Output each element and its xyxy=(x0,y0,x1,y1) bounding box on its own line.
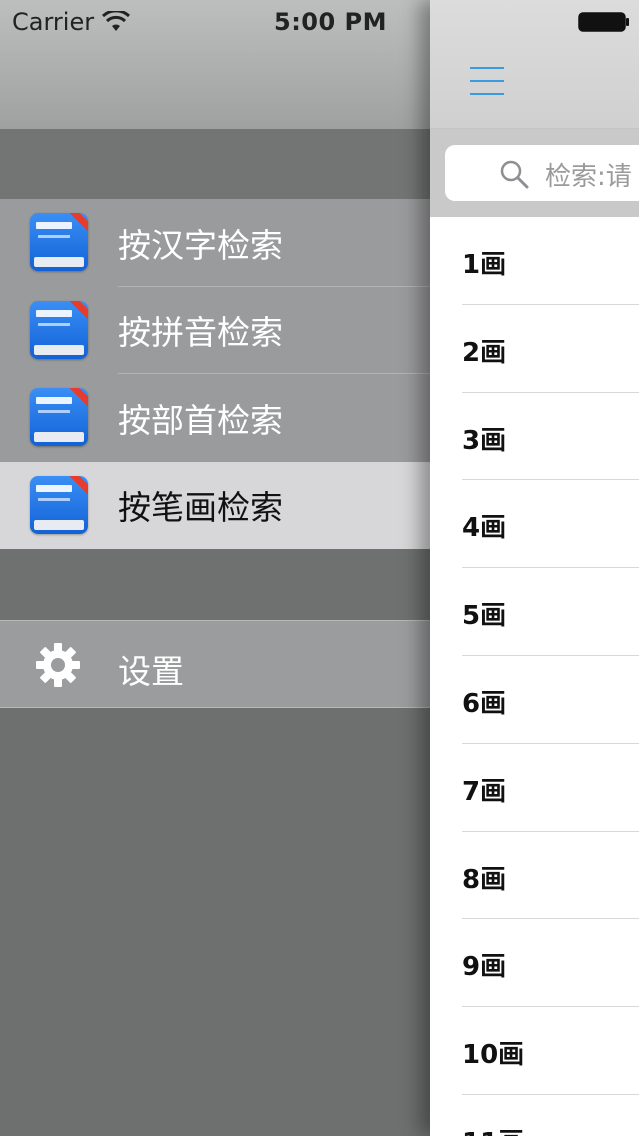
battery-icon xyxy=(578,12,629,32)
stroke-count-list: 1画 2画 3画 4画 5画 6画 7画 8画 9画 10画 11画 xyxy=(430,217,639,1136)
menu-item-by-pinyin[interactable]: 按拼音检索 xyxy=(0,287,430,374)
list-item[interactable]: 1画 xyxy=(430,217,639,305)
list-item[interactable]: 3画 xyxy=(430,393,639,481)
menu-item-by-stroke[interactable]: 按笔画检索 xyxy=(0,461,430,549)
side-drawer: Carrier 5:00 PM 按汉字检索 按拼音检索 按部首检索 按笔画检索 … xyxy=(0,0,430,1136)
main-panel: 检索:请 1画 2画 3画 4画 5画 6画 7画 8画 9画 10画 11画 xyxy=(430,0,639,1136)
stroke-count-label: 10画 xyxy=(462,1040,525,1071)
list-item[interactable]: 10画 xyxy=(430,1007,639,1095)
list-item[interactable]: 2画 xyxy=(430,305,639,393)
status-bar-left: Carrier xyxy=(12,8,131,36)
list-item[interactable]: 7画 xyxy=(430,744,639,832)
menu-item-label: 按笔画检索 xyxy=(118,488,283,528)
search-bar: 检索:请 xyxy=(430,129,639,217)
list-item[interactable]: 6画 xyxy=(430,656,639,744)
drawer-spacer xyxy=(0,129,430,199)
hamburger-icon xyxy=(470,67,504,69)
hamburger-icon-line xyxy=(470,93,504,95)
list-item[interactable]: 4画 xyxy=(430,480,639,569)
menu-item-by-character[interactable]: 按汉字检索 xyxy=(0,199,430,287)
stroke-count-label: 5画 xyxy=(462,601,507,632)
stroke-count-label: 4画 xyxy=(462,513,507,544)
list-item[interactable]: 9画 xyxy=(430,919,639,1008)
hamburger-icon-line xyxy=(470,80,504,82)
menu-toggle-button[interactable] xyxy=(470,67,504,95)
gear-icon xyxy=(36,643,80,687)
stroke-count-label: 8画 xyxy=(462,864,507,895)
navigation-bar xyxy=(430,0,639,129)
stroke-count-label: 6画 xyxy=(462,688,507,719)
menu-item-label: 按汉字检索 xyxy=(118,225,283,265)
carrier-label: Carrier xyxy=(12,8,95,36)
stroke-count-label: 1画 xyxy=(462,250,507,280)
menu-item-by-radical[interactable]: 按部首检索 xyxy=(0,374,430,462)
status-time: 5:00 PM xyxy=(274,8,388,36)
dictionary-book-icon xyxy=(30,213,88,271)
drawer-spacer xyxy=(0,549,430,620)
search-icon xyxy=(500,160,529,189)
drawer-header: Carrier 5:00 PM xyxy=(0,0,430,129)
search-input[interactable]: 检索:请 xyxy=(445,145,639,201)
dictionary-book-icon xyxy=(30,475,88,534)
settings-label: 设置 xyxy=(118,652,184,691)
wifi-icon xyxy=(102,11,131,31)
list-item[interactable]: 5画 xyxy=(430,568,639,656)
stroke-count-label: 9画 xyxy=(462,952,507,983)
stroke-count-label: 3画 xyxy=(462,425,507,456)
stroke-count-label: 7画 xyxy=(462,776,507,807)
search-placeholder: 检索:请 xyxy=(545,162,632,192)
stroke-count-label: 11画 xyxy=(462,1122,524,1136)
dictionary-book-icon xyxy=(30,388,88,446)
settings-button[interactable]: 设置 xyxy=(0,620,430,708)
list-item[interactable]: 8画 xyxy=(430,832,639,920)
list-item[interactable]: 11画 xyxy=(430,1095,639,1136)
menu-item-label: 按拼音检索 xyxy=(118,313,283,353)
menu-item-label: 按部首检索 xyxy=(118,400,283,440)
search-mode-menu: 按汉字检索 按拼音检索 按部首检索 按笔画检索 xyxy=(0,199,430,549)
stroke-count-label: 2画 xyxy=(462,337,507,368)
dictionary-book-icon xyxy=(30,300,88,359)
